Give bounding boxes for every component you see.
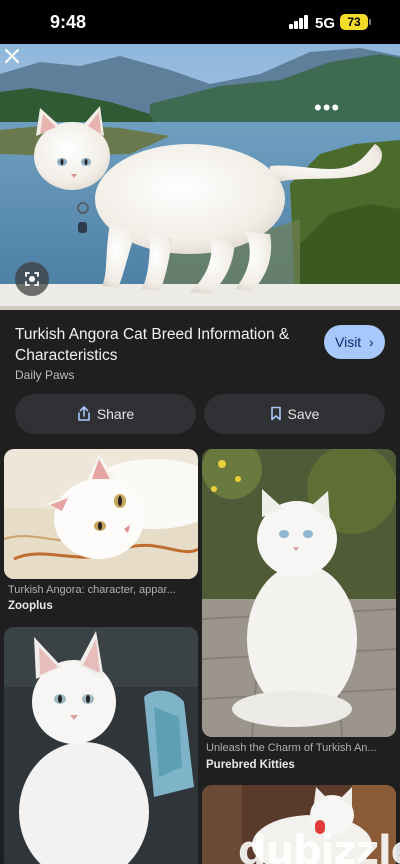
related-source-1: Zooplus — [8, 600, 53, 612]
related-caption-1[interactable]: Turkish Angora: character, appar... — [8, 584, 196, 596]
share-button[interactable]: Share — [15, 394, 196, 434]
cat-lying-photo — [4, 449, 198, 579]
related-source-2: Purebred Kitties — [206, 759, 295, 771]
chevron-right-icon: › — [369, 334, 374, 350]
lens-search-button[interactable] — [15, 262, 49, 296]
save-button[interactable]: Save — [204, 394, 385, 434]
save-label: Save — [287, 406, 320, 422]
watermark-pin-icon — [315, 820, 325, 834]
result-source: Daily Paws — [15, 368, 75, 382]
lens-search-icon — [25, 272, 39, 286]
battery-icon: 73 — [340, 14, 368, 30]
network-type: 5G — [315, 15, 336, 32]
related-image-2[interactable] — [202, 449, 396, 737]
hero-image[interactable]: ••• — [0, 44, 400, 310]
turkish-angora-cat-photo — [0, 44, 400, 310]
status-bar: 9:48 5G 73 — [0, 0, 400, 44]
white-kitten-photo — [4, 627, 198, 864]
related-image-1[interactable] — [4, 449, 198, 579]
result-title[interactable]: Turkish Angora Cat Breed Information & C… — [15, 324, 310, 366]
status-time: 9:48 — [50, 12, 87, 32]
cellular-signal-icon — [289, 15, 309, 29]
share-label: Share — [96, 406, 135, 422]
visit-label: Visit — [335, 334, 362, 350]
more-horiz-icon[interactable]: ••• — [314, 97, 340, 122]
related-caption-2[interactable]: Unleash the Charm of Turkish An... — [206, 742, 394, 754]
related-image-3[interactable] — [4, 627, 198, 864]
bookmark-icon — [270, 406, 281, 421]
fluffy-white-cat-sitting-photo — [202, 449, 396, 737]
close-icon[interactable] — [0, 44, 24, 68]
share-icon — [78, 405, 90, 421]
battery-tip — [369, 19, 371, 25]
visit-button[interactable]: Visit › — [324, 325, 385, 359]
